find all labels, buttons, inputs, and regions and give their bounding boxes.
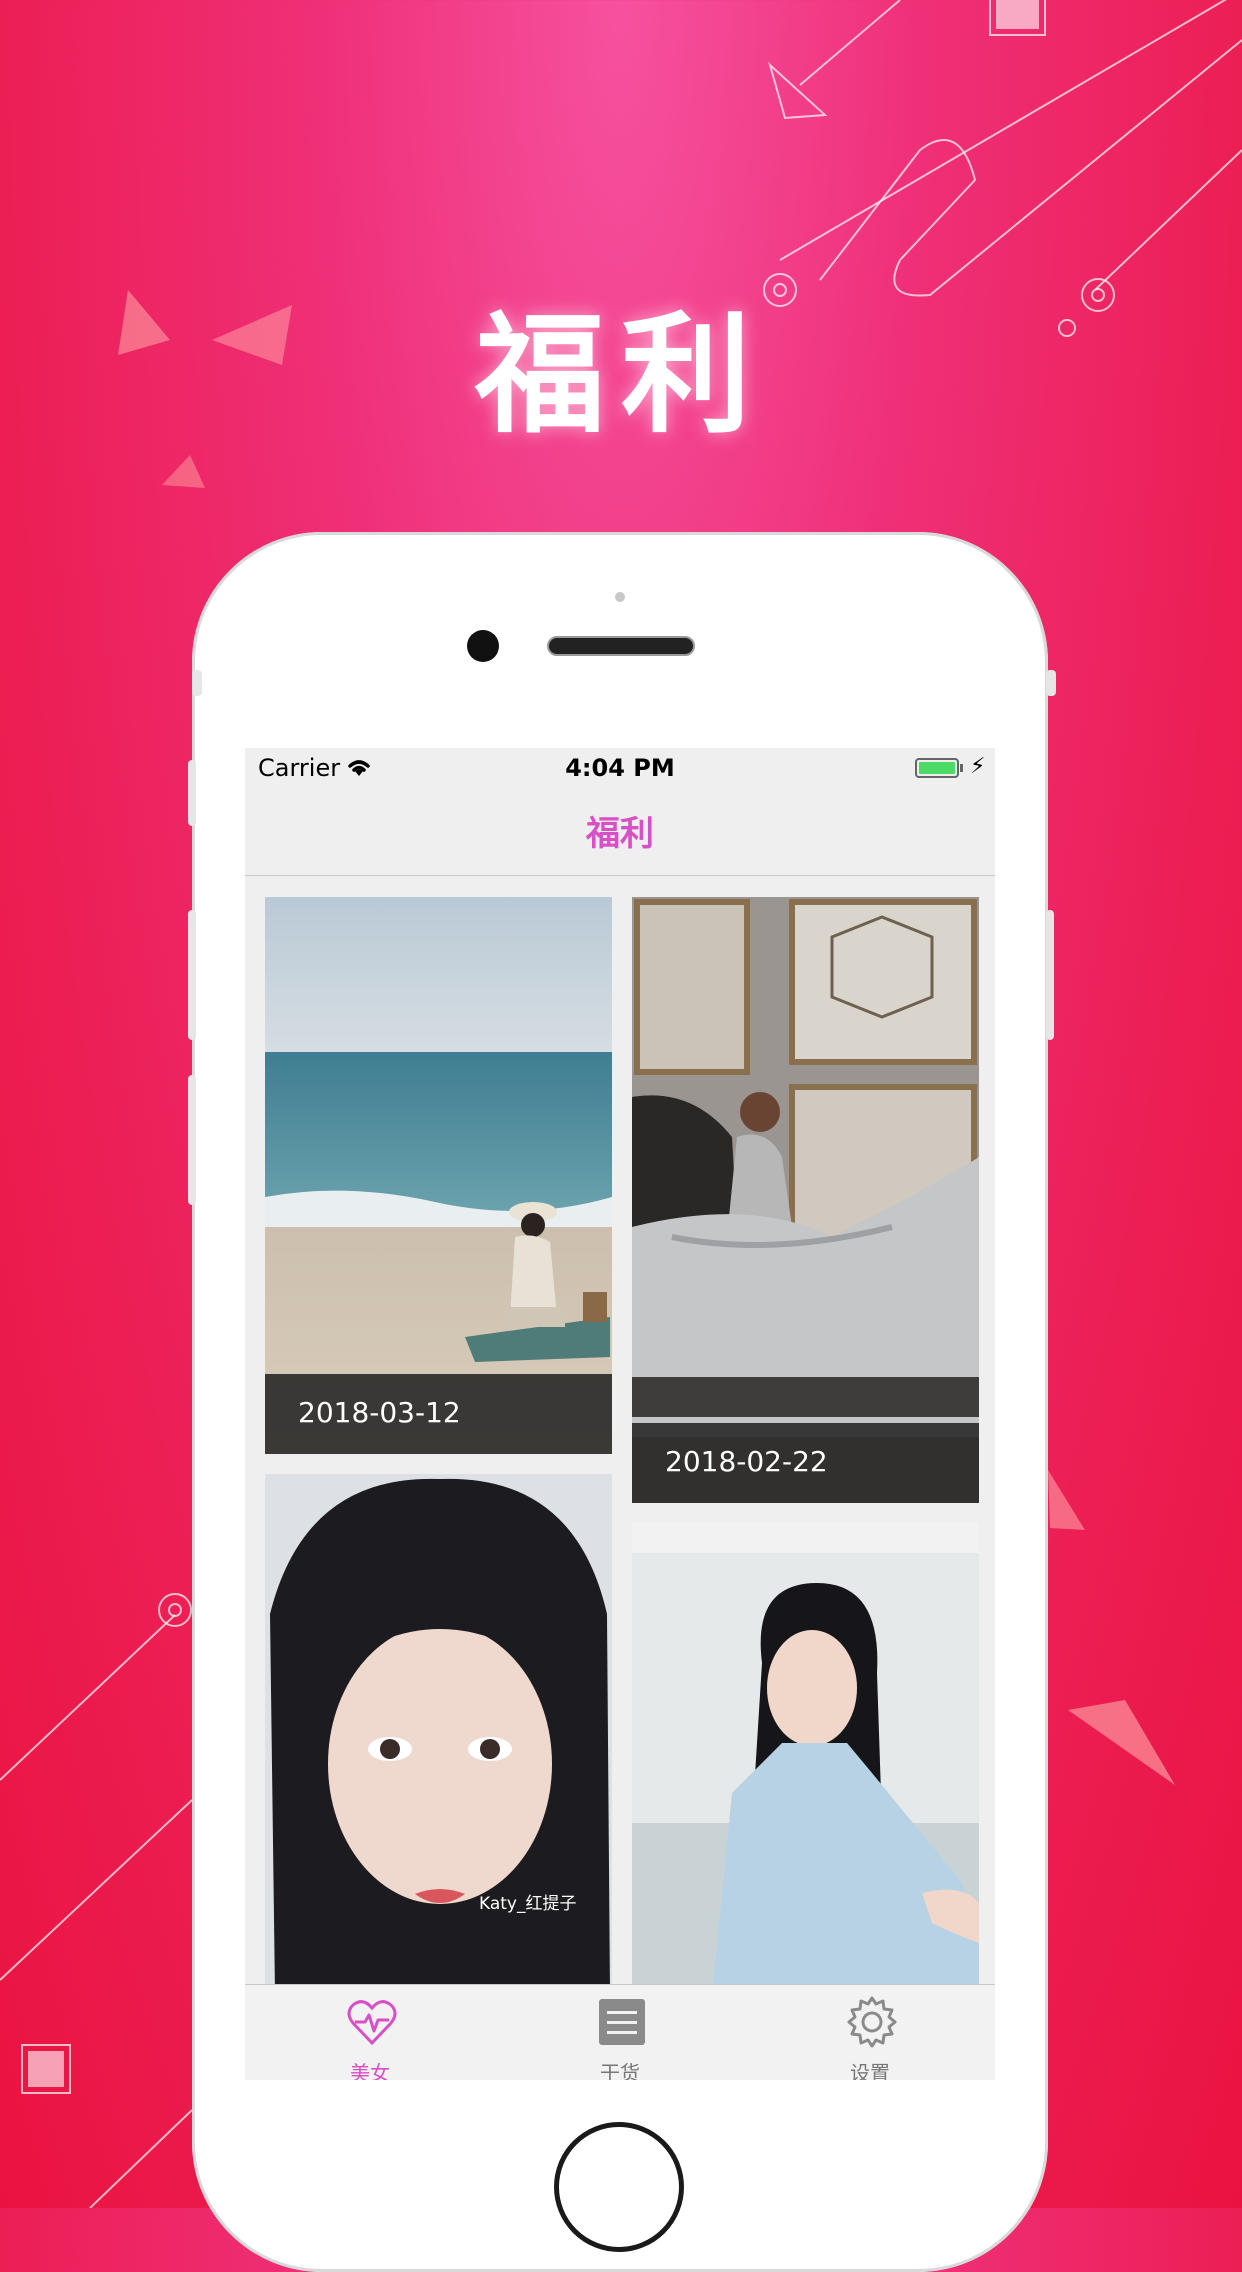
list-icon xyxy=(599,1999,645,2045)
tab-articles-label: 干货 xyxy=(600,2061,640,2080)
battery-tip xyxy=(960,764,963,772)
volume-down-button xyxy=(188,910,196,1040)
photo-watermark: Katy_红提子 xyxy=(479,1894,577,1914)
front-camera xyxy=(467,630,499,662)
photo-card-sweater[interactable] xyxy=(632,1523,979,1994)
battery-icon xyxy=(915,758,959,778)
volume-button-2 xyxy=(188,1075,196,1205)
mute-switch xyxy=(192,670,202,696)
earpiece-speaker xyxy=(547,636,695,656)
date-overlay: 2018-02-22 xyxy=(632,1423,979,1503)
tab-settings-label: 设置 xyxy=(850,2061,890,2080)
photo-date: 2018-02-22 xyxy=(665,1445,828,1478)
portrait-photo xyxy=(265,1474,612,1994)
charging-icon: ⚡ xyxy=(970,754,986,779)
photo-date: 2018-03-12 xyxy=(298,1396,461,1429)
volume-up-button xyxy=(188,760,196,826)
power-button xyxy=(1046,670,1056,696)
date-overlay: 2018-03-12 xyxy=(265,1374,612,1454)
hero-title: 福利 xyxy=(474,299,767,451)
photo-card-beach[interactable]: 2018-03-12 xyxy=(265,897,612,1454)
status-bar: Carrier 4:04 PM ⚡ xyxy=(245,748,995,788)
beach-photo xyxy=(265,897,612,1454)
navigation-bar: 福利 xyxy=(245,788,995,876)
tab-beauty[interactable]: 美女 xyxy=(245,1985,495,2080)
home-button[interactable] xyxy=(554,2122,684,2252)
gear-icon xyxy=(847,1996,897,2048)
tab-bar: 美女 干货 设置 xyxy=(245,1984,995,2080)
sweater-photo xyxy=(632,1523,979,1994)
status-time: 4:04 PM xyxy=(565,754,675,782)
side-button xyxy=(1046,910,1054,1040)
photo-card-portrait[interactable]: Katy_红提子 xyxy=(265,1474,612,1994)
app-screen: Carrier 4:04 PM ⚡ 福利 2018-03-12 2018-02-… xyxy=(245,748,995,2080)
tab-beauty-label: 美女 xyxy=(350,2061,390,2080)
heart-pulse-icon xyxy=(347,2000,397,2046)
gown-photo xyxy=(632,897,979,1503)
proximity-sensor xyxy=(615,592,625,602)
photo-card-gown[interactable]: 2018-02-22 xyxy=(632,897,979,1503)
tab-settings[interactable]: 设置 xyxy=(745,1985,995,2080)
tab-articles[interactable]: 干货 xyxy=(495,1985,745,2080)
nav-title: 福利 xyxy=(586,814,654,854)
